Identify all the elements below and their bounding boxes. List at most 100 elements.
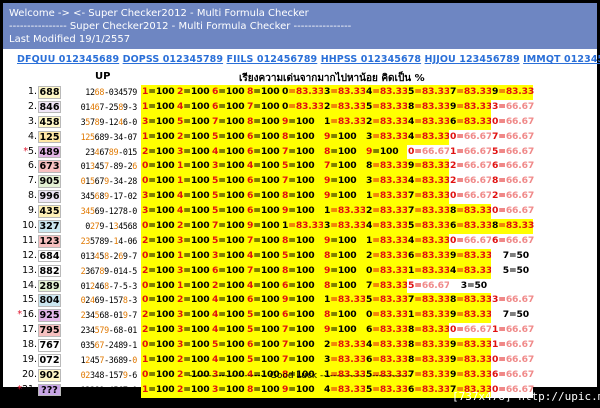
percent-cell: 6=83.33 <box>449 114 492 130</box>
percent-cell: 2=100 <box>141 323 176 339</box>
row-number: *16. <box>13 308 37 323</box>
header-bar: Welcome -> <- Super Checker2012 - Multi … <box>3 3 597 49</box>
row-number: 14. <box>13 279 37 294</box>
row-number: 13. <box>13 264 37 279</box>
percent-cell: 7=83.33 <box>407 189 450 205</box>
percent-cell: 4=83.33 <box>365 338 408 354</box>
formula-code-link[interactable]: IMMQT 012345679 <box>523 54 600 65</box>
percent-cell: 4=100 <box>211 308 246 324</box>
percent-cell: 1=83.33 <box>281 219 324 234</box>
percent-cell: 2=100 <box>176 382 211 398</box>
row-number: 17. <box>13 323 37 338</box>
percent-cell: 3=83.33 <box>365 129 408 145</box>
percent-cell: 0=100 <box>141 159 176 175</box>
percent-cell: 6=83.33 <box>365 353 408 368</box>
row-number: 7. <box>13 174 37 189</box>
percent-cell: 2=100 <box>176 129 211 145</box>
percent-cell: 8=83.33 <box>491 219 534 234</box>
table-row: 8. 996 345689-17-02 3=100 4=100 5=100 6=100 8=1… <box>3 189 597 205</box>
percent-cell: 4=83.33 <box>365 85 408 100</box>
percent-cell: 1=100 <box>176 248 211 264</box>
percent-cell: 3=100 <box>141 189 176 205</box>
row-number-text: 16. <box>22 309 37 321</box>
percent-cell: 9=100 <box>323 323 365 339</box>
table-row: 6. 673 013457-89-26 0=100 1=100 3=100 4=100 5=1… <box>3 159 597 175</box>
row-number-text: 13. <box>22 264 37 276</box>
row-number: 9. <box>13 204 37 219</box>
percent-cell: 2=100 <box>176 353 211 368</box>
table-row: 1. 688 1268-034579 1=100 2=100 6=100 8=100 0=83… <box>3 85 597 100</box>
row-number-text: 3. <box>28 115 37 127</box>
percent-cell: 7=83.33 <box>407 204 450 220</box>
formula-code-link[interactable]: HHPSS 012345678 <box>321 54 421 65</box>
percent-cell: 7=100 <box>281 174 323 190</box>
table-row: 17. 795 234579-68-01 2=100 3=100 4=100 5=100 7=… <box>3 323 597 339</box>
percent-cell: 4=83.33 <box>323 382 366 398</box>
percent-cell: 2=100 <box>176 219 211 234</box>
percent-cell: 5=100 <box>281 248 323 264</box>
percent-cell: 3=100 <box>176 233 211 249</box>
formula-code-link[interactable]: FIILS 012456789 <box>227 54 318 65</box>
result-number-box: 795 <box>38 324 61 337</box>
percent-cell: 2=100 <box>141 144 176 160</box>
percent-cell: 3=83.33 <box>323 219 366 234</box>
percent-cell: 4=83.33 <box>365 219 408 234</box>
result-number-box: 123 <box>38 234 61 248</box>
percent-cell: 2=83.33 <box>365 114 408 130</box>
percent-cell: 2=83.33 <box>323 338 366 354</box>
percent-cell: 4=100 <box>176 189 211 205</box>
percent-cell: 0=66.67 <box>449 323 492 339</box>
up-sequence: 2346789-015 <box>85 146 137 157</box>
percent-cell: 0=83.33 <box>365 308 408 324</box>
percent-cell: 2=83.33 <box>365 248 408 264</box>
percent-cell: 8=100 <box>281 129 323 145</box>
percent-cell: 1=66.67 <box>449 144 492 160</box>
table-row: 13. 882 236789-014-5 2=100 3=100 6=100 7=100 8=… <box>3 263 597 279</box>
percent-cell: 2=66.67 <box>449 174 492 190</box>
formula-code-link[interactable]: DOPSS 012345789 <box>123 54 223 65</box>
up-sequence: 013458-269-7 <box>80 250 138 261</box>
percent-cell: 8=100 <box>281 233 323 249</box>
percent-cell: 4=100 <box>246 248 281 264</box>
percent-cell: 7=100 <box>281 353 323 368</box>
percent-cell: 9=83.33 <box>449 308 492 324</box>
row-number: 6. <box>13 159 37 174</box>
percent-cell: 4=100 <box>211 144 246 160</box>
percent-cell: 8=100 <box>323 144 365 160</box>
percent-cell: 8=83.33 <box>449 204 492 220</box>
percent-cell: 9=100 <box>323 129 365 145</box>
percent-cell: 1=100 <box>141 85 176 100</box>
row-number-text: 7. <box>28 175 37 187</box>
row-number-text: 9. <box>28 205 37 217</box>
table-row: 11. 123 235789-14-06 2=100 3=100 5=100 7=100 8=… <box>3 233 597 249</box>
formula-code-link[interactable]: HJJOU 123456789 <box>425 54 520 65</box>
percent-cell: 2=100 <box>141 308 176 324</box>
header-last-modified: Last Modified 19/1/2557 <box>9 34 131 45</box>
percent-cell: 5=100 <box>211 129 246 145</box>
percent-cell: 0=66.67 <box>491 353 534 368</box>
percent-cell: 0=66.67 <box>491 204 534 220</box>
table-row: 4. 125 125689-34-07 1=100 2=100 5=100 6=100 8=1… <box>3 129 597 145</box>
percent-cell: 3=100 <box>176 338 211 354</box>
percent-cell: 7=100 <box>211 114 246 130</box>
percent-cell: 0=100 <box>141 248 176 264</box>
result-number-box: ??? <box>38 383 61 397</box>
table-row: 3. 458 35789-1246-0 3=100 5=100 7=100 8=100 9=1… <box>3 114 597 130</box>
formula-code-link[interactable]: DFQUU 012345689 <box>17 54 119 65</box>
row-number: 19. <box>13 353 37 368</box>
percent-cell: 4=100 <box>211 353 246 368</box>
up-sequence: 234579-68-01 <box>80 325 138 336</box>
percent-cell: 8=83.33 <box>407 323 450 339</box>
percent-cell: 6=100 <box>246 174 281 190</box>
percent-cell: 8=83.33 <box>407 338 450 354</box>
up-sequence: 234568-019-7 <box>80 310 138 321</box>
row-number-text: 12. <box>22 249 37 261</box>
result-number-box: 688 <box>38 86 61 99</box>
percent-cell: 6=66.67 <box>491 233 534 249</box>
percent-cell: 7=100 <box>246 263 281 279</box>
row-number: 15. <box>13 293 37 308</box>
header-welcome: Welcome -> <- Super Checker2012 - Multi … <box>9 8 309 19</box>
result-number-box: 289 <box>38 279 61 293</box>
percent-cell: 6=100 <box>246 293 281 309</box>
percent-cell: 0=100 <box>141 174 176 190</box>
